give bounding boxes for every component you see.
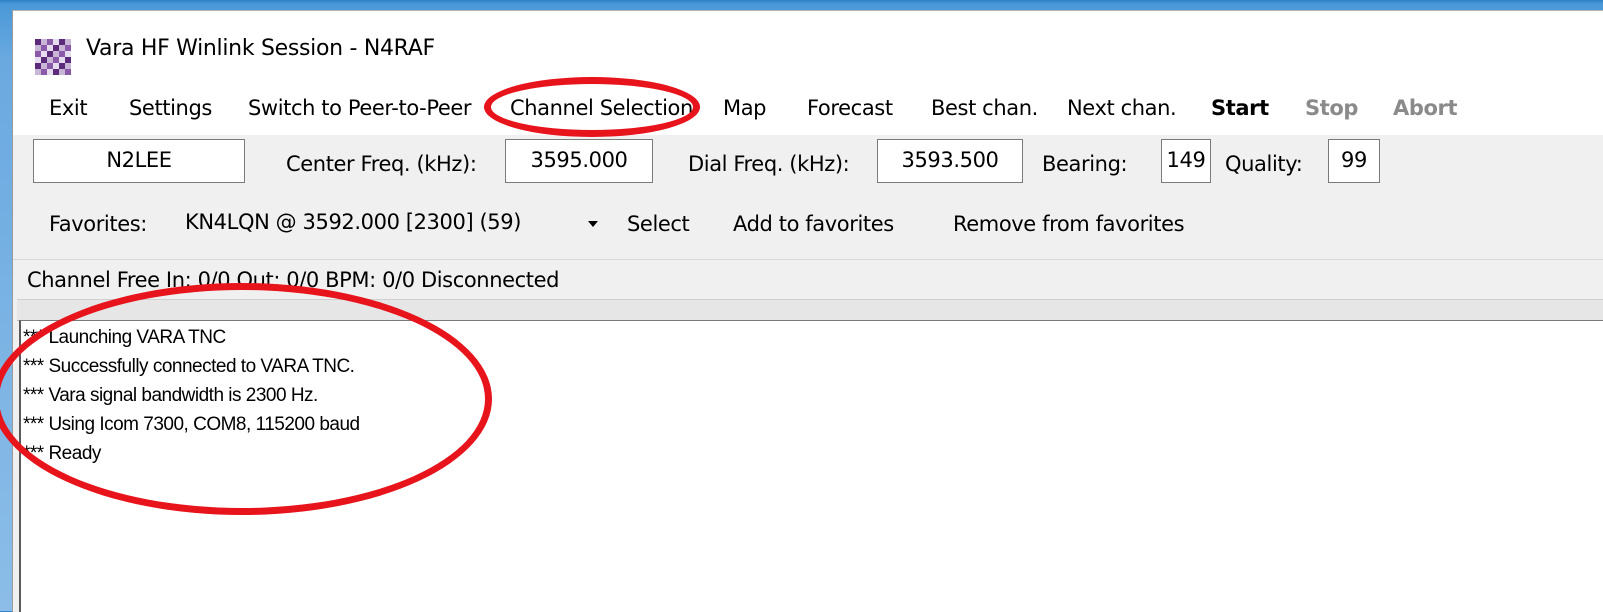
menu-bar: Exit Settings Switch to Peer-to-Peer Cha… — [13, 87, 1603, 135]
log-line: *** Using Icom 7300, COM8, 115200 baud — [23, 414, 360, 435]
icon-cell — [65, 69, 71, 75]
dial-freq-field[interactable]: 3593.500 — [877, 139, 1023, 183]
log-line: *** Successfully connected to VARA TNC. — [23, 356, 355, 377]
menu-exit[interactable]: Exit — [49, 96, 88, 120]
remove-from-favorites-button[interactable]: Remove from favorites — [953, 212, 1185, 236]
select-favorite-button[interactable]: Select — [627, 212, 690, 236]
menu-channel-selection[interactable]: Channel Selection — [510, 96, 693, 120]
dial-freq-label: Dial Freq. (kHz): — [688, 152, 850, 176]
chevron-down-icon — [588, 221, 598, 227]
menu-start[interactable]: Start — [1211, 96, 1269, 120]
favorites-selected-value: KN4LQN @ 3592.000 [2300] (59) — [185, 210, 522, 234]
horizontal-scrollbar[interactable] — [17, 299, 1603, 321]
status-bar: Channel Free In: 0/0 Out: 0/0 BPM: 0/0 D… — [13, 259, 1603, 300]
center-freq-label: Center Freq. (kHz): — [286, 152, 477, 176]
checkerboard-app-icon — [35, 39, 71, 75]
station-row: N2LEE Center Freq. (kHz): 3595.000 Dial … — [13, 135, 1603, 197]
add-to-favorites-button[interactable]: Add to favorites — [733, 212, 894, 236]
menu-settings[interactable]: Settings — [129, 96, 212, 120]
bearing-field[interactable]: 149 — [1161, 139, 1211, 183]
menu-abort[interactable]: Abort — [1393, 96, 1458, 120]
center-freq-field[interactable]: 3595.000 — [505, 139, 653, 183]
log-line: *** Launching VARA TNC — [23, 327, 226, 348]
favorites-dropdown[interactable]: KN4LQN @ 3592.000 [2300] (59) — [177, 199, 598, 245]
log-line: *** Ready — [23, 443, 101, 464]
quality-field[interactable]: 99 — [1328, 139, 1380, 183]
favorites-row: Favorites: KN4LQN @ 3592.000 [2300] (59)… — [13, 197, 1603, 259]
menu-map[interactable]: Map — [723, 96, 767, 120]
quality-label: Quality: — [1225, 152, 1303, 176]
callsign-field[interactable]: N2LEE — [33, 139, 245, 183]
menu-next-chan[interactable]: Next chan. — [1067, 96, 1177, 120]
title-bar: Vara HF Winlink Session - N4RAF — [13, 11, 1603, 87]
menu-best-chan[interactable]: Best chan. — [931, 96, 1038, 120]
log-line: *** Vara signal bandwidth is 2300 Hz. — [23, 385, 318, 406]
menu-stop[interactable]: Stop — [1305, 96, 1358, 120]
menu-forecast[interactable]: Forecast — [807, 96, 893, 120]
bearing-label: Bearing: — [1042, 152, 1128, 176]
vara-session-window: Vara HF Winlink Session - N4RAF Exit Set… — [12, 10, 1603, 612]
menu-switch-to-peer-to-peer[interactable]: Switch to Peer-to-Peer — [248, 96, 472, 120]
status-text: Channel Free In: 0/0 Out: 0/0 BPM: 0/0 D… — [27, 268, 560, 292]
window-title: Vara HF Winlink Session - N4RAF — [86, 36, 435, 61]
favorites-label: Favorites: — [49, 212, 147, 236]
session-log[interactable]: *** Launching VARA TNC *** Successfully … — [19, 320, 1603, 612]
